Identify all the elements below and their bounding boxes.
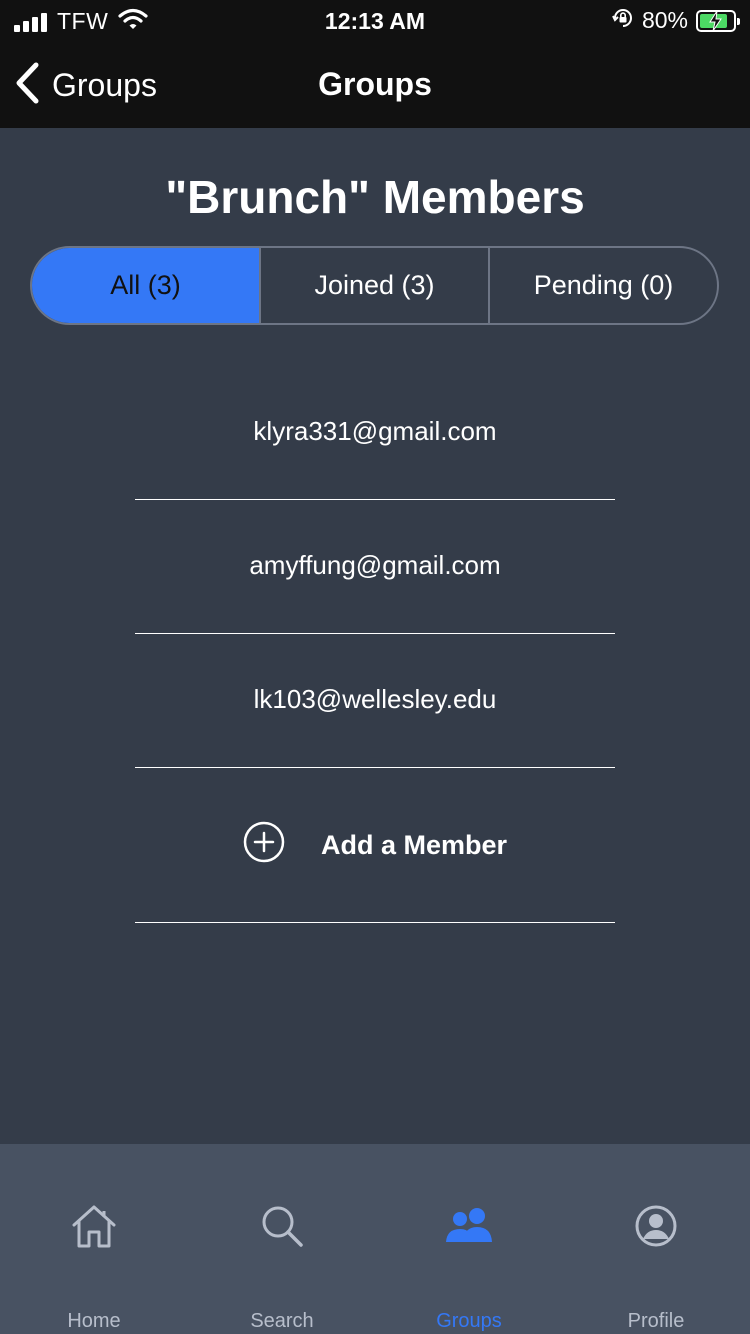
member-email: klyra331@gmail.com — [253, 416, 497, 446]
tab-home[interactable]: Home — [0, 1144, 188, 1334]
home-icon — [70, 1202, 118, 1250]
add-member-label: Add a Member — [320, 829, 508, 860]
search-icon — [260, 1202, 304, 1250]
tab-home-label: Home — [67, 1310, 121, 1332]
tab-groups[interactable]: Groups — [375, 1144, 563, 1334]
tab-search[interactable]: Search — [188, 1144, 376, 1334]
tab-search-label: Search — [250, 1310, 314, 1332]
member-email: amyffung@gmail.com — [249, 550, 501, 580]
member-list: klyra331@gmail.com amyffung@gmail.com lk… — [135, 366, 615, 923]
people-icon — [444, 1202, 494, 1250]
tab-all[interactable]: All (3) — [32, 248, 259, 323]
status-bar: TFW 12:13 AM 80% — [0, 0, 750, 42]
tab-joined[interactable]: Joined (3) — [259, 248, 488, 323]
tab-pending[interactable]: Pending (0) — [488, 248, 717, 323]
tab-profile[interactable]: Profile — [562, 1144, 750, 1334]
tab-profile-label: Profile — [627, 1310, 685, 1332]
page-title: "Brunch" Members — [165, 171, 585, 223]
member-email: lk103@wellesley.edu — [253, 684, 497, 714]
profile-icon — [634, 1202, 678, 1250]
status-right: 80% — [612, 7, 740, 34]
tab-groups-label: Groups — [436, 1310, 502, 1332]
list-item[interactable]: amyffung@gmail.com — [135, 500, 615, 634]
nav-title: Groups — [318, 66, 432, 102]
add-member-button[interactable]: Add a Member — [135, 768, 615, 923]
battery-percent: 80% — [641, 7, 688, 33]
navigation-bar: Groups Groups — [0, 42, 750, 128]
list-item[interactable]: lk103@wellesley.edu — [135, 634, 615, 768]
battery-charging-icon — [696, 9, 740, 32]
bottom-tab-bar: Home Search Groups Profile — [0, 1144, 750, 1334]
plus-circle-icon — [243, 821, 285, 870]
list-item[interactable]: klyra331@gmail.com — [135, 366, 615, 500]
member-filter-tabs: All (3) Joined (3) Pending (0) — [30, 246, 719, 325]
orientation-lock-icon — [612, 7, 634, 34]
